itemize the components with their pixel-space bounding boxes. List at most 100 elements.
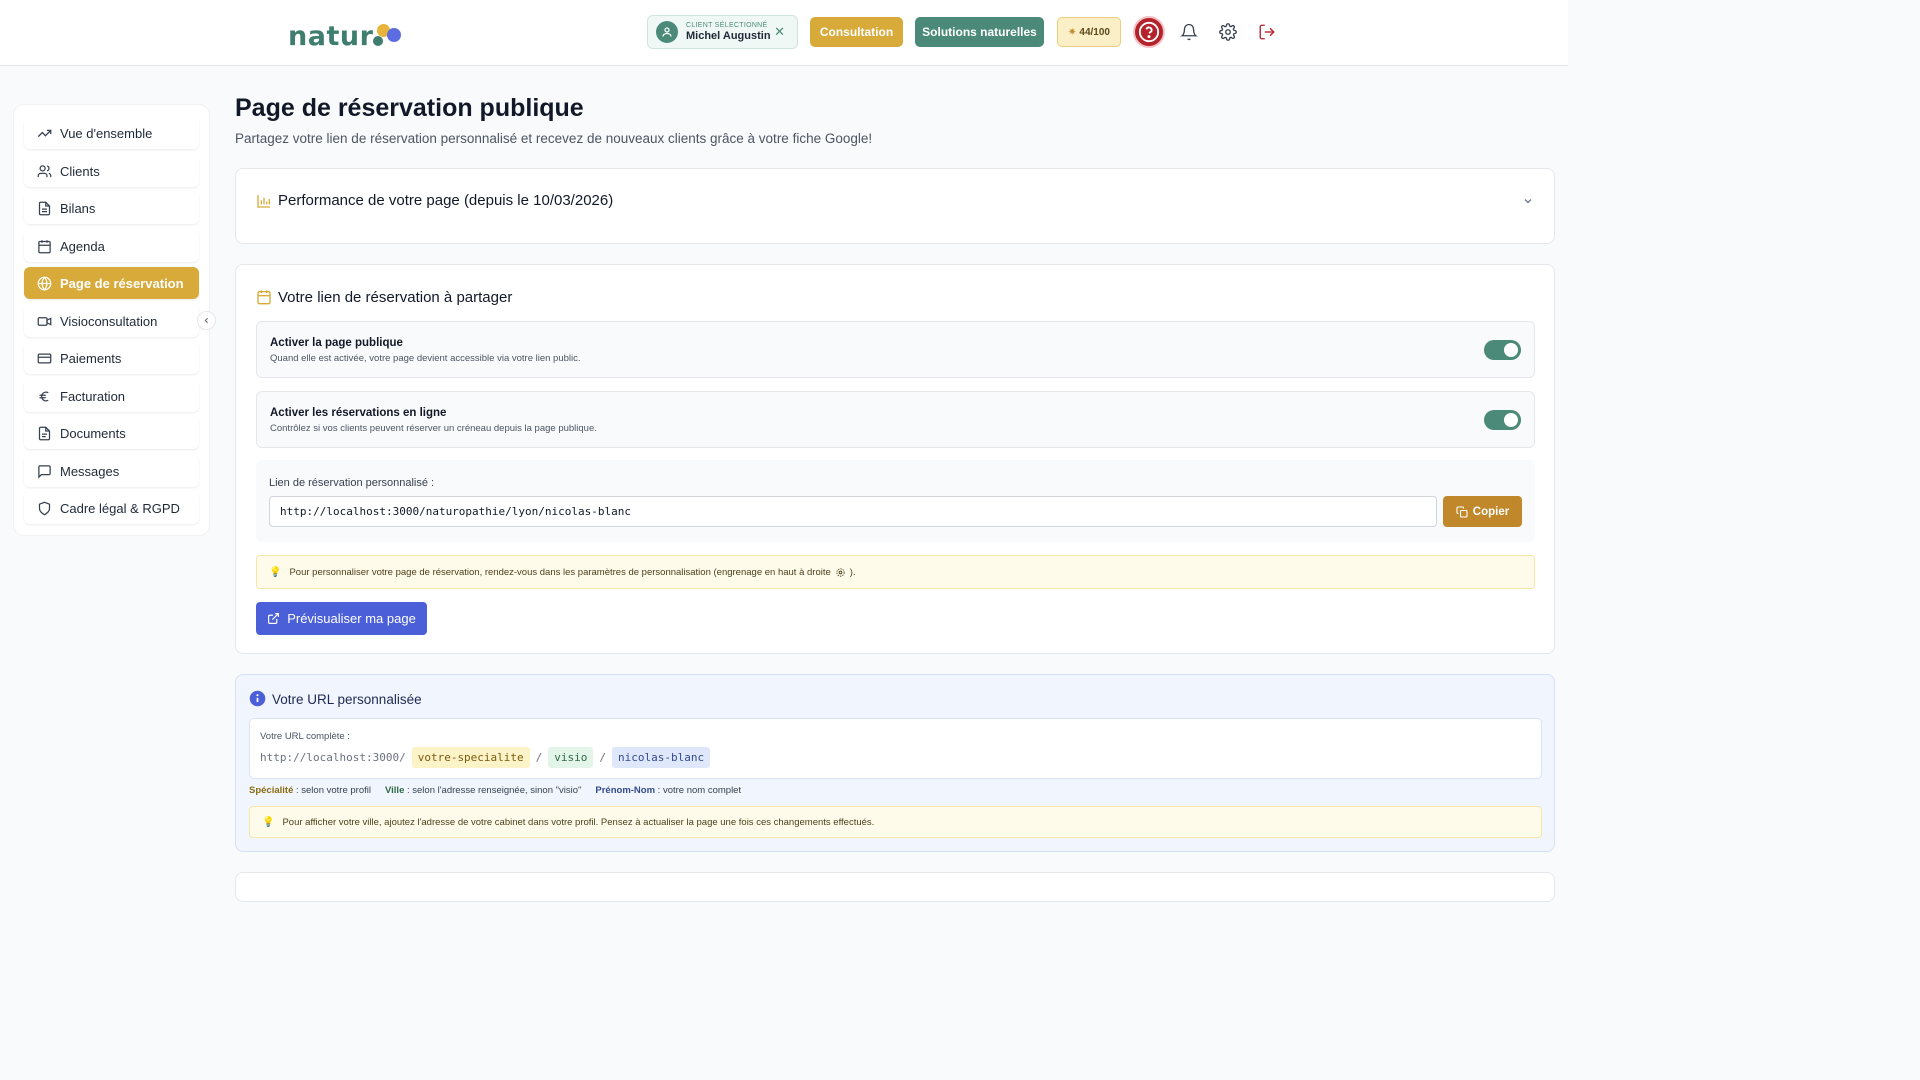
sidebar-item-documents[interactable]: Documents [24, 417, 199, 449]
bell-icon[interactable] [1177, 20, 1201, 44]
sidebar-item-cadre-legal[interactable]: Cadre légal & RGPD [24, 492, 199, 524]
chevron-down-icon[interactable] [1522, 195, 1534, 207]
help-icon [1138, 21, 1160, 43]
preview-page-button[interactable]: Prévisualiser ma page [256, 602, 427, 635]
sidebar-item-visioconsultation[interactable]: Visioconsultation [24, 305, 199, 337]
legend-item-city: Ville : selon l'adresse renseignée, sino… [385, 785, 581, 796]
sidebar-item-label: Agenda [60, 238, 105, 254]
share-link-card: Votre lien de réservation à partager Act… [235, 264, 1555, 654]
sidebar-item-agenda[interactable]: Agenda [24, 230, 199, 262]
logo-text: natur [288, 21, 374, 52]
logout-icon[interactable] [1255, 20, 1279, 44]
legend-item-specialty: Spécialité : selon votre profil [249, 785, 371, 796]
toggle-row-public-page: Activer la page publique Quand elle est … [256, 321, 1535, 378]
euro-icon [39, 391, 49, 401]
url-base: http://localhost:3000/ [260, 750, 406, 764]
legend-key: Ville [384, 785, 405, 796]
globe-icon [37, 276, 52, 291]
close-icon[interactable]: ✕ [774, 24, 785, 40]
toggle-description: Contrôlez si vos clients peuvent réserve… [270, 423, 597, 434]
sidebar-item-vue-ensemble[interactable]: Vue d'ensemble [24, 117, 199, 149]
video-icon [37, 316, 52, 326]
help-button[interactable] [1133, 16, 1165, 48]
sidebar-item-label: Bilans [60, 200, 96, 216]
trending-up-icon [37, 129, 52, 137]
url-city-pill: visio [548, 746, 594, 768]
sidebar-collapse-button[interactable] [197, 311, 216, 330]
shield-icon [38, 501, 51, 515]
customization-tip: 💡 Pour personnaliser votre page de réser… [256, 555, 1535, 589]
legend-text: : selon votre profil [293, 785, 371, 796]
bar-chart-icon [257, 195, 270, 208]
sidebar-item-label: Cadre légal & RGPD [60, 500, 180, 516]
message-icon [38, 464, 51, 479]
legend-item-name: Prénom-Nom : votre nom complet [595, 785, 741, 796]
booking-link-box: Lien de réservation personnalisé : http:… [256, 460, 1535, 542]
sidebar-item-page-reservation[interactable]: Page de réservation [24, 267, 199, 299]
sidebar-item-label: Clients [60, 163, 100, 179]
full-url-box: Votre URL complète : http://localhost:30… [249, 718, 1542, 779]
preview-label: Prévisualiser ma page [287, 611, 416, 626]
performance-card[interactable]: Performance de votre page (depuis le 10/… [235, 168, 1555, 244]
sidebar-item-facturation[interactable]: Facturation [24, 380, 199, 412]
legend-key: Spécialité [249, 785, 294, 796]
lightbulb-icon: 💡 [262, 816, 275, 828]
document-icon [38, 426, 51, 440]
sidebar-item-bilans[interactable]: Bilans [24, 192, 199, 224]
sidebar-item-messages[interactable]: Messages [24, 455, 199, 487]
city-tip: 💡 Pour afficher votre ville, ajoutez l'a… [249, 806, 1542, 838]
user-icon [656, 21, 678, 43]
file-text-icon [38, 201, 51, 215]
client-name: Michel Augustin [686, 29, 771, 42]
booking-link-input[interactable]: http://localhost:3000/naturopathie/lyon/… [269, 496, 1437, 527]
selected-client-chip[interactable]: CLIENT SÉLECTIONNÉ Michel Augustin ✕ [647, 15, 798, 49]
sidebar-item-label: Visioconsultation [60, 313, 158, 329]
toggle-title: Activer la page publique [270, 337, 403, 349]
copy-button[interactable]: Copier [1443, 496, 1522, 527]
online-booking-toggle[interactable] [1484, 410, 1521, 430]
calendar-icon [38, 239, 51, 253]
consultation-button[interactable]: Consultation [810, 17, 903, 47]
sidebar-item-label: Vue d'ensemble [60, 125, 153, 141]
logo-dots [373, 20, 405, 50]
external-link-icon [268, 613, 280, 624]
booking-link-label: Lien de réservation personnalisé : [269, 477, 435, 489]
performance-title: Performance de votre page (depuis le 10/… [278, 192, 614, 209]
custom-url-title: Votre URL personnalisée [272, 692, 422, 707]
sidebar-item-label: Paiements [60, 350, 122, 366]
toggle-row-online-booking: Activer les réservations en ligne Contrô… [256, 391, 1535, 448]
tip-text: Pour personnaliser votre page de réserva… [289, 566, 831, 578]
credit-card-icon [37, 353, 52, 363]
logo[interactable]: natur [288, 14, 405, 50]
sidebar: Vue d'ensemble Clients Bilans Agenda Pag… [14, 105, 209, 535]
tip-text: Pour afficher votre ville, ajoutez l'adr… [282, 816, 875, 828]
custom-url-card: Votre URL personnalisée Votre URL complè… [235, 674, 1555, 852]
url-legend: Spécialité : selon votre profil Ville : … [249, 785, 741, 796]
info-icon [249, 690, 266, 707]
gear-icon [836, 567, 845, 577]
sidebar-item-label: Messages [60, 463, 120, 479]
copy-label: Copier [1472, 505, 1510, 518]
url-name-pill: nicolas-blanc [612, 746, 711, 768]
gear-icon[interactable] [1216, 20, 1240, 44]
credits-count: 44/100 [1079, 26, 1110, 38]
legend-text: : selon l'adresse renseignée, sinon "vis… [404, 785, 582, 796]
legend-text: : votre nom complet [655, 785, 742, 796]
sidebar-item-label: Documents [60, 425, 126, 441]
top-header: natur CLIENT SÉLECTIONNÉ Michel Augustin… [0, 0, 1568, 66]
page-subtitle: Partagez votre lien de réservation perso… [235, 131, 873, 146]
solutions-naturelles-button[interactable]: Solutions naturelles [915, 17, 1044, 47]
public-page-toggle[interactable] [1484, 340, 1521, 360]
credits-badge[interactable]: ✷ 44/100 [1057, 17, 1121, 47]
sidebar-item-paiements[interactable]: Paiements [24, 342, 199, 374]
toggle-title: Activer les réservations en ligne [270, 407, 447, 419]
legend-key: Prénom-Nom [595, 785, 656, 796]
toggle-description: Quand elle est activée, votre page devie… [270, 353, 581, 364]
sidebar-item-label: Facturation [60, 388, 126, 404]
copy-icon [1456, 505, 1468, 518]
client-label: CLIENT SÉLECTIONNÉ [686, 22, 768, 30]
tip-text-end: ). [849, 566, 856, 578]
calendar-icon [257, 290, 271, 305]
chevron-left-icon [204, 317, 209, 324]
sidebar-item-clients[interactable]: Clients [24, 155, 199, 187]
